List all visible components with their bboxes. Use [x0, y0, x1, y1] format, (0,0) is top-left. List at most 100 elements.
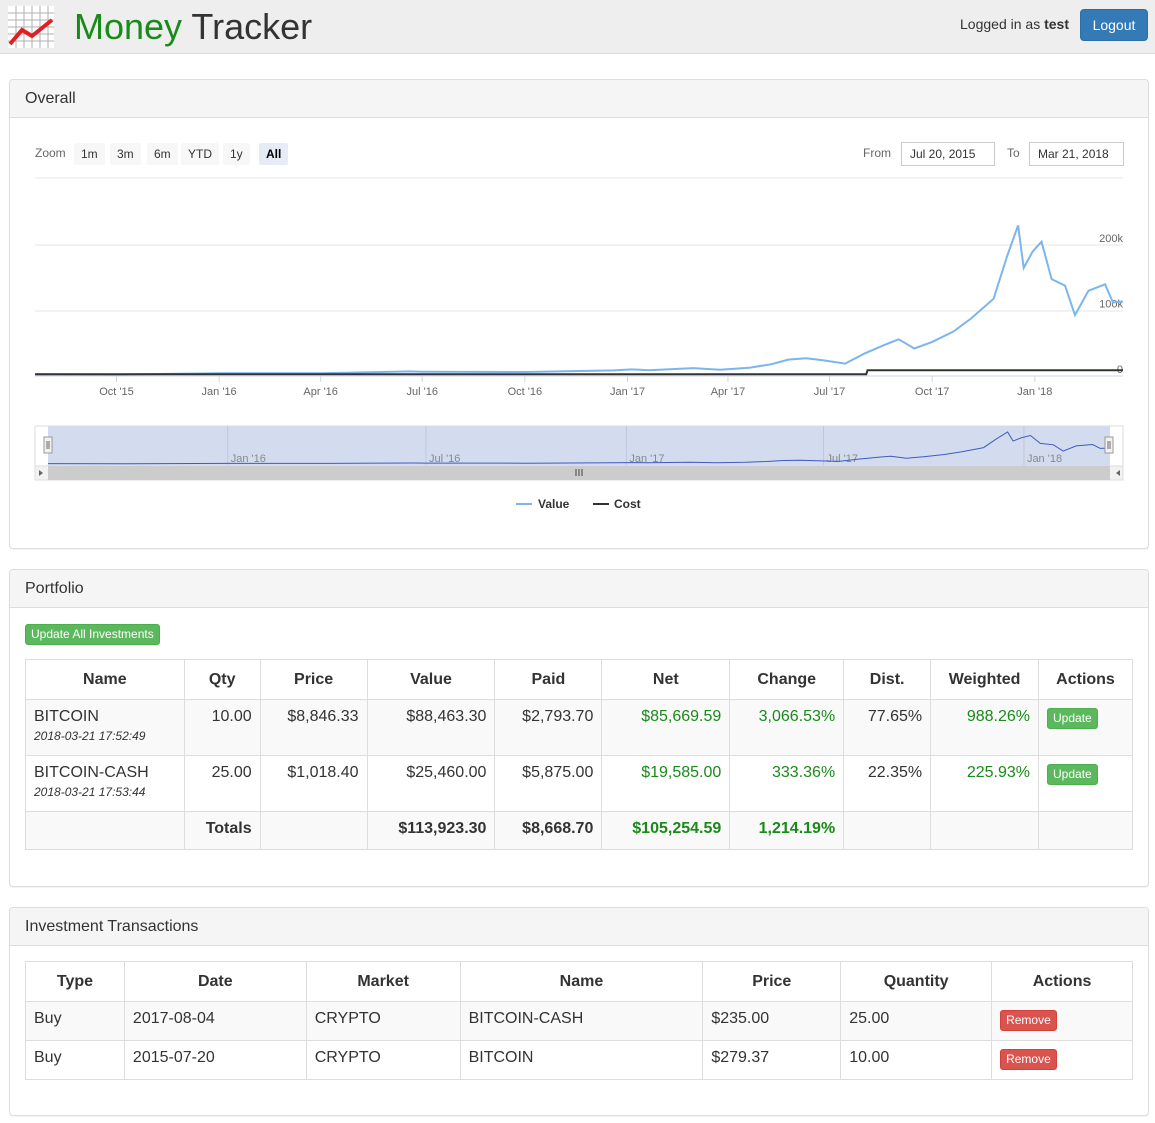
value-cell: $25,460.00 [366, 755, 496, 812]
total-value-cell: $113,923.30 [366, 811, 496, 850]
x-tick-label: Oct '16 [508, 386, 543, 398]
value-chart[interactable]: Oct '15 Jan '16 Apr '16 Jul '16 Oct '16 Jan '… [10, 80, 1148, 520]
value-cell: $88,463.30 [366, 699, 496, 756]
value-series-line [34, 225, 1124, 376]
column-header[interactable]: Dist. [843, 659, 932, 700]
empty-cell [843, 811, 932, 850]
logged-in-label: Logged in as [960, 16, 1041, 32]
column-header[interactable]: Qty [183, 659, 261, 700]
navigator-right-handle[interactable] [1104, 436, 1114, 454]
portfolio-header-row: Name Qty Price Value Paid Net Change Dis… [25, 659, 1133, 700]
username: test [1044, 16, 1069, 32]
update-all-investments-button[interactable]: Update All Investments [25, 624, 160, 645]
column-header[interactable]: Date [123, 961, 307, 1002]
net-cell: $85,669.59 [601, 699, 731, 756]
investment-name: BITCOIN [34, 708, 99, 725]
column-header: Actions [991, 961, 1133, 1002]
portfolio-heading: Portfolio [10, 570, 1148, 608]
brand-tracker: Tracker [191, 6, 313, 47]
empty-cell [25, 811, 185, 850]
qty-cell: 10.00 [183, 699, 261, 756]
qty-cell: 25.00 [183, 755, 261, 812]
column-header[interactable]: Name [25, 659, 185, 700]
table-row: Buy 2017-08-04 CRYPTO BITCOIN-CASH $235.… [25, 1001, 1133, 1041]
column-header[interactable]: Name [459, 961, 704, 1002]
column-header[interactable]: Paid [494, 659, 603, 700]
brand-money: Money [74, 6, 183, 47]
column-header[interactable]: Market [305, 961, 461, 1002]
column-header[interactable]: Type [25, 961, 125, 1002]
investment-timestamp: 2018-03-21 17:52:49 [34, 729, 146, 743]
actions-cell: Remove [991, 1001, 1133, 1041]
transactions-header-row: Type Date Market Name Price Quantity Act… [25, 961, 1133, 1002]
transactions-panel: Investment Transactions Type Date Market… [9, 907, 1149, 1116]
update-bitcoin-button[interactable]: Update [1047, 708, 1098, 729]
column-header[interactable]: Change [729, 659, 845, 700]
remove-transaction-button[interactable]: Remove [1000, 1010, 1057, 1031]
dist-cell: 22.35% [843, 755, 932, 812]
date-cell: 2015-07-20 [123, 1040, 307, 1080]
weighted-cell: 988.26% [930, 699, 1039, 756]
portfolio-panel: Portfolio Update All Investments Name Qt… [9, 569, 1149, 887]
empty-cell [1038, 811, 1133, 850]
x-tick-label: Jan '16 [202, 386, 237, 398]
transactions-table: Type Date Market Name Price Quantity Act… [25, 961, 1133, 1080]
table-row: BITCOIN-CASH 2018-03-21 17:53:44 25.00 $1… [25, 755, 1133, 812]
x-tick-label: Jan '17 [610, 386, 645, 398]
total-net-cell: $105,254.59 [601, 811, 731, 850]
logout-button[interactable]: Logout [1080, 9, 1148, 41]
navigator-left-handle[interactable] [43, 436, 53, 454]
name-cell: BITCOIN-CASH [459, 1001, 704, 1041]
portfolio-table: Name Qty Price Value Paid Net Change Dis… [25, 659, 1133, 850]
update-bitcoin-cash-button[interactable]: Update [1047, 764, 1098, 785]
navigator-selected-range[interactable] [48, 426, 1110, 466]
x-tick-label: Oct '17 [915, 386, 950, 398]
totals-label: Totals [183, 811, 261, 850]
x-tick-label: Oct '15 [99, 386, 134, 398]
remove-transaction-button[interactable]: Remove [1000, 1049, 1057, 1070]
table-row: BITCOIN 2018-03-21 17:52:49 10.00 $8,846.… [25, 699, 1133, 756]
net-cell: $19,585.00 [601, 755, 731, 812]
empty-cell [259, 811, 368, 850]
column-header[interactable]: Price [702, 961, 842, 1002]
column-header[interactable]: Net [601, 659, 731, 700]
price-cell: $279.37 [702, 1040, 842, 1080]
legend-cost-label[interactable]: Cost [614, 497, 641, 511]
price-cell: $235.00 [702, 1001, 842, 1041]
paid-cell: $2,793.70 [494, 699, 603, 756]
price-cell: $8,846.33 [259, 699, 368, 756]
navigator-tick-label: Jan '18 [1027, 453, 1062, 465]
actions-cell: Remove [991, 1040, 1133, 1080]
totals-row: Totals $113,923.30 $8,668.70 $105,254.59… [25, 811, 1133, 850]
name-cell: BITCOIN [459, 1040, 704, 1080]
actions-cell: Update [1038, 755, 1133, 812]
market-cell: CRYPTO [305, 1001, 461, 1041]
transactions-heading: Investment Transactions [10, 908, 1148, 946]
x-tick-label: Apr '17 [711, 386, 746, 398]
navigator-tick-label: Jul '17 [827, 453, 858, 465]
weighted-cell: 225.93% [930, 755, 1039, 812]
x-tick-label: Jul '16 [406, 386, 437, 398]
type-cell: Buy [25, 1040, 125, 1080]
column-header[interactable]: Price [259, 659, 368, 700]
column-header[interactable]: Quantity [840, 961, 993, 1002]
x-tick-label: Apr '16 [303, 386, 338, 398]
investment-name: BITCOIN-CASH [34, 764, 149, 781]
market-cell: CRYPTO [305, 1040, 461, 1080]
column-header[interactable]: Weighted [930, 659, 1039, 700]
table-row: Buy 2015-07-20 CRYPTO BITCOIN $279.37 10… [25, 1040, 1133, 1080]
column-header[interactable]: Value [366, 659, 496, 700]
total-paid-cell: $8,668.70 [494, 811, 603, 850]
paid-cell: $5,875.00 [494, 755, 603, 812]
app-title[interactable]: Money Tracker [74, 6, 312, 48]
investment-name-cell: BITCOIN-CASH 2018-03-21 17:53:44 [25, 755, 185, 812]
type-cell: Buy [25, 1001, 125, 1041]
navbar: Money Tracker Logged in as test Logout [0, 0, 1155, 54]
actions-cell: Update [1038, 699, 1133, 756]
empty-cell [930, 811, 1039, 850]
x-tick-label: Jan '18 [1017, 386, 1052, 398]
price-cell: $1,018.40 [259, 755, 368, 812]
chart-logo-icon [8, 6, 54, 48]
legend-value-label[interactable]: Value [538, 497, 570, 511]
total-change-cell: 1,214.19% [729, 811, 845, 850]
